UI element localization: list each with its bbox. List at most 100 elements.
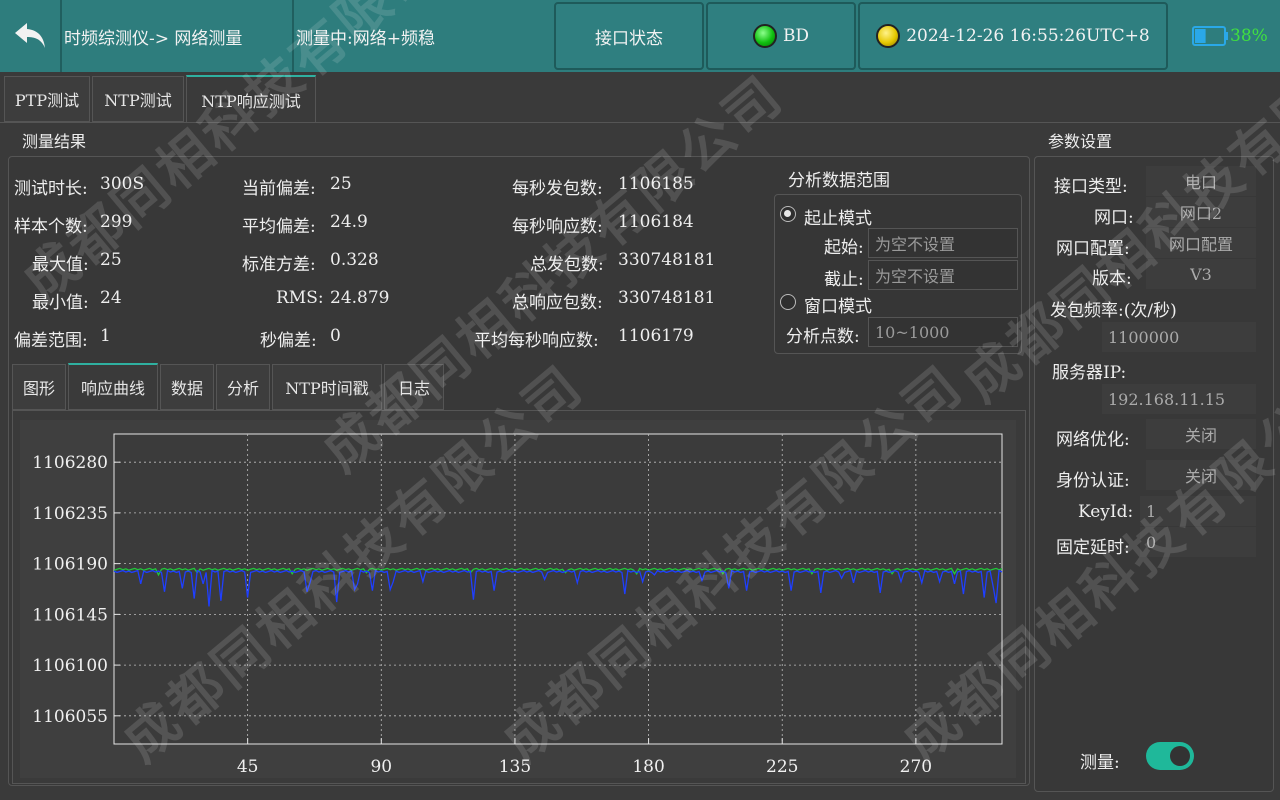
result-value: 24 <box>100 288 122 308</box>
y-tick-label: 1106280 <box>32 453 108 473</box>
subtab-analysis[interactable]: 分析 <box>216 364 270 410</box>
x-tick-label: 45 <box>237 757 259 777</box>
result-label: 最小值: <box>32 293 89 313</box>
start-label: 起始: <box>824 238 864 258</box>
keyid-input[interactable]: 1 <box>1140 496 1256 526</box>
points-input[interactable]: 10~1000 <box>868 317 1018 347</box>
port-select[interactable]: 网口2 <box>1146 197 1256 227</box>
result-value: 330748181 <box>618 250 716 270</box>
y-tick-label: 1106235 <box>32 504 108 524</box>
x-tick-label: 270 <box>900 757 932 777</box>
subtab-ntp-timestamp[interactable]: NTP时间戳 <box>272 364 382 410</box>
result-value: 1 <box>100 326 111 346</box>
result-label: 当前偏差: <box>242 179 316 199</box>
port-label: 网口: <box>1094 208 1134 228</box>
result-label: 总发包数: <box>530 255 604 275</box>
result-label: 秒偏差: <box>260 331 317 351</box>
result-label: RMS: <box>276 288 324 308</box>
measure-label: 测量: <box>1080 753 1120 773</box>
result-label: 偏差范围: <box>14 331 88 351</box>
battery-indicator: 38% <box>1192 0 1280 72</box>
bd-status[interactable]: BD <box>706 2 856 70</box>
result-value: 1106179 <box>618 326 694 346</box>
result-value: 0.328 <box>330 250 379 270</box>
result-value: 24.879 <box>330 288 390 308</box>
port-config-button[interactable]: 网口配置 <box>1146 228 1256 258</box>
x-tick-label: 90 <box>370 757 392 777</box>
auth-label: 身份认证: <box>1056 471 1130 491</box>
breadcrumb: 时频综测仪-> 网络测量 <box>64 28 243 49</box>
port-config-label: 网口配置: <box>1056 239 1130 259</box>
result-label: 最大值: <box>32 255 89 275</box>
version-select[interactable]: V3 <box>1146 259 1256 289</box>
result-value: 299 <box>100 212 133 232</box>
result-label: 样本个数: <box>14 217 88 237</box>
result-label: 平均偏差: <box>242 217 316 237</box>
radio-start-stop-label: 起止模式 <box>804 209 872 229</box>
toggle-knob <box>1170 746 1190 766</box>
time-status[interactable]: 2024-12-26 16:55:26UTC+8 <box>858 2 1168 70</box>
iface-type-label: 接口类型: <box>1054 177 1128 197</box>
auth-select[interactable]: 关闭 <box>1146 460 1256 490</box>
result-value: 1106185 <box>618 174 694 194</box>
y-tick-label: 1106055 <box>32 707 108 727</box>
x-tick-label: 225 <box>766 757 798 777</box>
points-label: 分析点数: <box>786 327 860 347</box>
time-led-icon <box>876 24 901 48</box>
y-tick-label: 1106100 <box>32 656 108 676</box>
results-title: 测量结果 <box>22 132 87 151</box>
tab-ptp[interactable]: PTP测试 <box>4 76 90 122</box>
net-opt-label: 网络优化: <box>1056 430 1130 450</box>
rate-input[interactable]: 1100000 <box>1102 322 1256 352</box>
result-label: 测试时长: <box>14 179 88 199</box>
result-value: 25 <box>330 174 352 194</box>
result-value: 1106184 <box>618 212 694 232</box>
bd-led-icon <box>752 24 777 48</box>
keyid-label: KeyId: <box>1078 502 1134 522</box>
start-input[interactable]: 为空不设置 <box>868 228 1018 258</box>
y-tick-label: 1106145 <box>32 605 108 625</box>
delay-label: 固定延时: <box>1056 538 1130 558</box>
y-tick-label: 1106190 <box>32 555 108 575</box>
params-title: 参数设置 <box>1048 132 1113 151</box>
tab-ntp-response[interactable]: NTP响应测试 <box>186 75 316 123</box>
radio-start-stop[interactable] <box>780 206 796 222</box>
tab-ntp[interactable]: NTP测试 <box>92 76 184 122</box>
subtab-graph[interactable]: 图形 <box>12 364 66 410</box>
measure-toggle[interactable] <box>1146 742 1194 770</box>
interface-status-button[interactable]: 接口状态 <box>554 2 704 70</box>
result-label: 每秒响应数: <box>512 217 603 237</box>
subtab-response-curve[interactable]: 响应曲线 <box>68 363 158 410</box>
result-value: 330748181 <box>618 288 716 308</box>
end-input[interactable]: 为空不设置 <box>868 260 1018 290</box>
result-value: 0 <box>330 326 341 346</box>
result-value: 25 <box>100 250 122 270</box>
battery-percent: 38% <box>1230 26 1268 46</box>
bd-label: BD <box>782 26 810 46</box>
server-ip-input[interactable]: 192.168.11.15 <box>1102 384 1256 414</box>
net-opt-select[interactable]: 关闭 <box>1146 419 1256 449</box>
battery-icon <box>1192 26 1228 46</box>
version-label: 版本: <box>1092 269 1132 289</box>
result-label: 平均每秒响应数: <box>474 331 599 351</box>
subtab-data[interactable]: 数据 <box>160 364 214 410</box>
response-curve-chart: 1106280 1106235 1106190 1106145 1106100 11060… <box>20 420 1016 778</box>
rate-label: 发包频率:(次/秒) <box>1050 301 1177 321</box>
datetime: 2024-12-26 16:55:26UTC+8 <box>906 26 1150 46</box>
result-value: 24.9 <box>330 212 368 232</box>
result-label: 标准方差: <box>242 255 316 275</box>
result-label: 总响应包数: <box>512 293 603 313</box>
radio-window-label: 窗口模式 <box>804 297 872 317</box>
iface-type-select[interactable]: 电口 <box>1146 166 1256 196</box>
server-ip-label: 服务器IP: <box>1052 363 1127 383</box>
result-value: 300S <box>100 174 145 194</box>
delay-input[interactable]: 0 <box>1140 527 1256 557</box>
measurement-status: 测量中:网络+频稳 <box>296 28 435 49</box>
x-tick-label: 180 <box>632 757 664 777</box>
back-button[interactable] <box>0 0 60 72</box>
top-bar: 时频综测仪-> 网络测量 测量中:网络+频稳 接口状态 BD 2024-12-2… <box>0 0 1280 72</box>
back-arrow-icon <box>15 23 45 48</box>
subtab-log[interactable]: 日志 <box>384 364 444 410</box>
range-title: 分析数据范围 <box>788 171 890 191</box>
radio-window[interactable] <box>780 294 796 310</box>
